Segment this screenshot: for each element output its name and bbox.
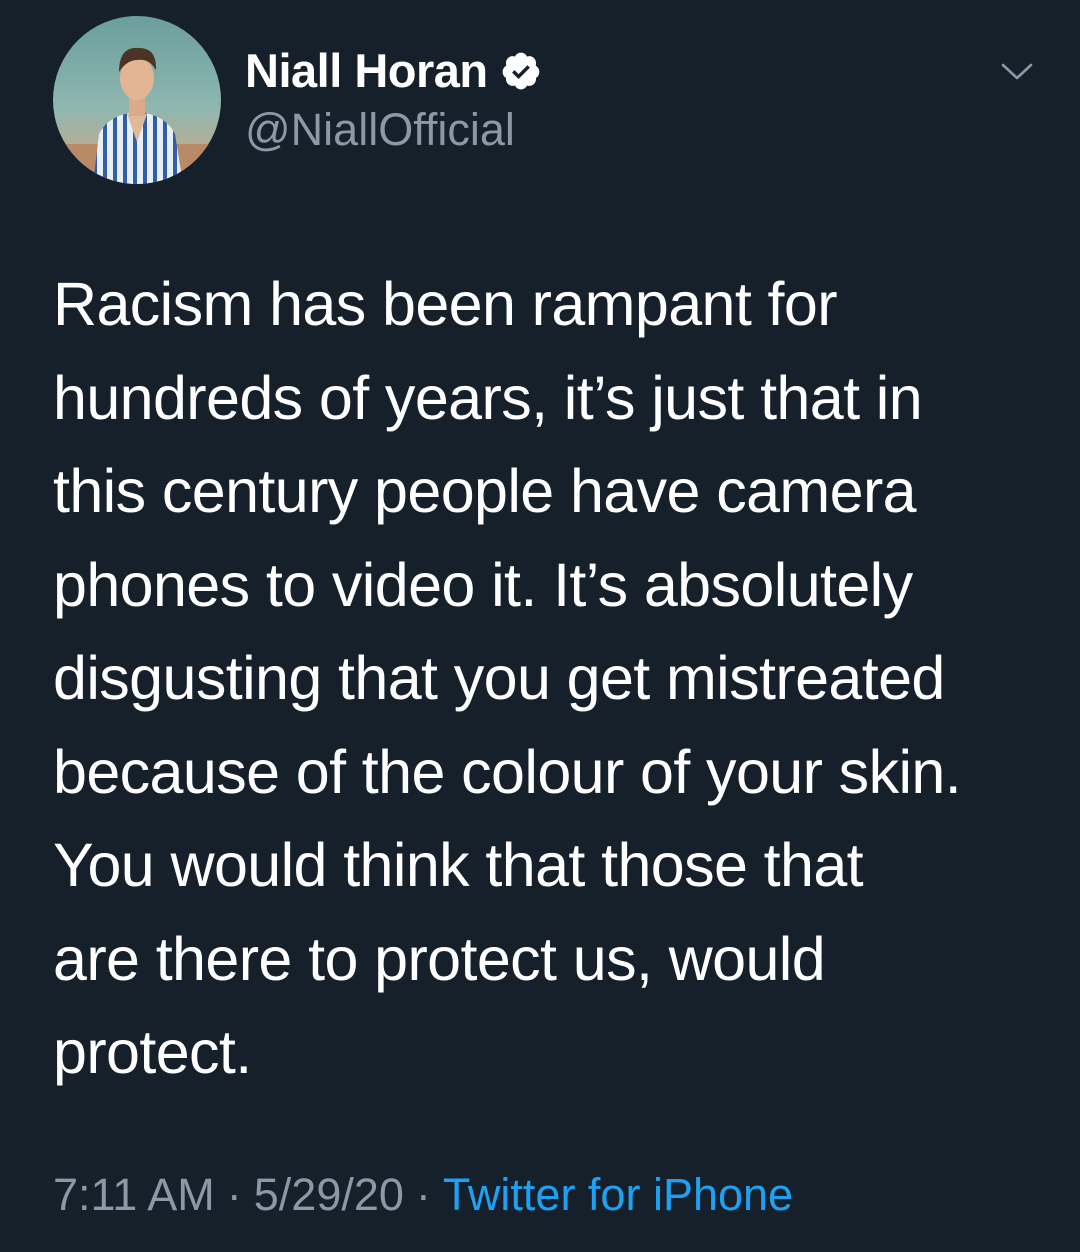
tweet-time[interactable]: 7:11 AM (53, 1169, 215, 1220)
separator: · (415, 1169, 431, 1220)
user-handle[interactable]: @NiallOfficial (245, 100, 542, 160)
author-info: Niall Horan @NiallOfficial (245, 42, 542, 160)
chevron-down-icon[interactable] (997, 56, 1037, 86)
tweet-date[interactable]: 5/29/20 (254, 1169, 404, 1220)
profile-photo (53, 16, 221, 184)
tweet-metadata: 7:11 AM · 5/29/20 · Twitter for iPhone (53, 1164, 793, 1226)
tweet-text: Racism has been rampant for hundreds of … (53, 270, 962, 1086)
tweet-source-link[interactable]: Twitter for iPhone (443, 1169, 793, 1220)
avatar[interactable] (53, 16, 221, 184)
tweet: Niall Horan @NiallOfficial Racism has be… (0, 0, 1080, 1252)
separator: · (226, 1169, 242, 1220)
verified-badge-icon (502, 52, 539, 90)
name-row: Niall Horan (245, 42, 542, 100)
display-name[interactable]: Niall Horan (245, 42, 488, 100)
